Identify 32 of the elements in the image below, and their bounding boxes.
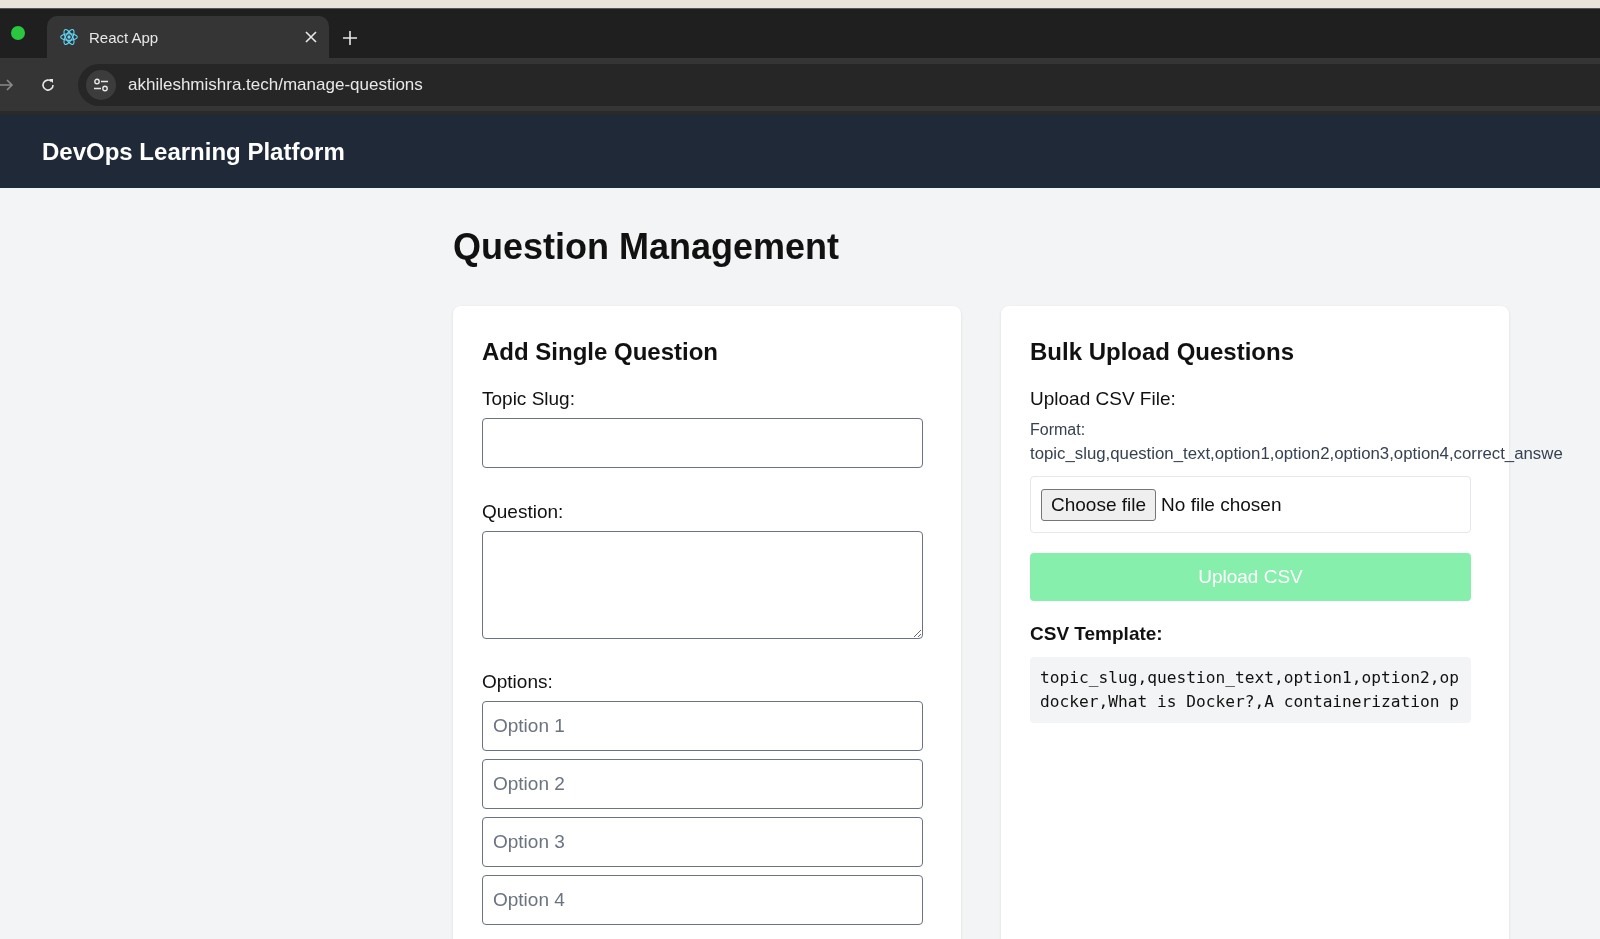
- option-field[interactable]: Option 2: [482, 759, 923, 809]
- close-icon[interactable]: [305, 31, 317, 43]
- forward-icon[interactable]: [0, 77, 14, 92]
- field-label: Upload CSV File:: [1030, 388, 1177, 410]
- format-text: topic_slug,question_text,option1,option2,option3,option4,correct_answe: [1030, 443, 1563, 465]
- app-title: DevOps Learning Platform: [42, 137, 345, 166]
- field-label: Topic Slug:: [482, 388, 576, 410]
- atom-icon: [59, 27, 79, 47]
- browser-tab[interactable]: React App: [47, 16, 329, 58]
- file-status: No file chosen: [1161, 493, 1282, 516]
- choose-file-button[interactable]: Choose file: [1041, 488, 1157, 521]
- window-zoom-button[interactable]: [11, 26, 25, 40]
- csv-template-code: topic_slug,question_text,option1,option2,op docker,What is Docker?,A containerization p: [1030, 657, 1471, 723]
- page-title: Question Management: [453, 226, 841, 268]
- field-label: Question:: [482, 501, 565, 523]
- new-tab-icon[interactable]: [343, 31, 357, 45]
- option-field[interactable]: Option 4: [482, 875, 923, 925]
- url-text: akhileshmishra.tech/manage-questions: [128, 74, 423, 95]
- option-field[interactable]: Option 3: [482, 817, 923, 867]
- format-label: Format:: [1030, 420, 1086, 440]
- option-field[interactable]: Option 1: [482, 701, 923, 751]
- address-bar[interactable]: akhileshmishra.tech/manage-questions: [78, 63, 1600, 106]
- question-field[interactable]: [482, 531, 923, 639]
- card-heading: Add Single Question: [482, 338, 719, 366]
- field-label: Options:: [482, 671, 554, 693]
- reload-icon[interactable]: [40, 76, 56, 93]
- site-settings-button[interactable]: [86, 69, 116, 100]
- file-input[interactable]: Choose file No file chosen: [1030, 476, 1471, 533]
- sliders-icon: [93, 77, 109, 92]
- topic-slug-field[interactable]: [482, 418, 923, 468]
- card-heading: Bulk Upload Questions: [1030, 338, 1296, 366]
- template-heading: CSV Template:: [1030, 623, 1164, 645]
